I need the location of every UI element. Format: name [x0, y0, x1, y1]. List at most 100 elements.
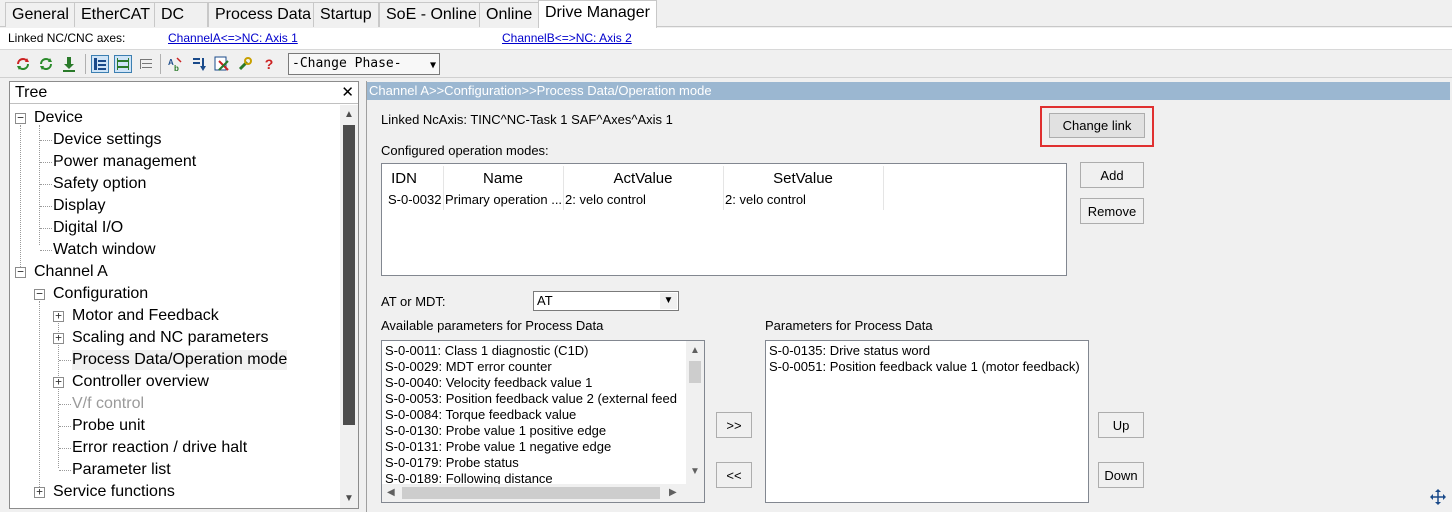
tools-icon[interactable] [236, 55, 254, 73]
list-view-icon[interactable] [114, 55, 132, 73]
list-item[interactable]: S-0-0179: Probe status [385, 455, 519, 471]
add-button[interactable]: Add [1080, 162, 1144, 188]
scroll-up-icon[interactable]: ▲ [690, 345, 700, 356]
move-right-button[interactable]: >> [716, 412, 752, 438]
channel-b-link[interactable]: ChannelB<=>NC: Axis 2 [502, 31, 632, 45]
selected-params-label: Parameters for Process Data [765, 318, 933, 333]
tab-online[interactable]: Online [479, 2, 540, 27]
move-left-button[interactable]: << [716, 462, 752, 488]
expand-icon[interactable]: + [53, 332, 64, 344]
channel-a-link[interactable]: ChannelA<=>NC: Axis 1 [168, 31, 298, 45]
collapse-icon[interactable]: − [15, 266, 26, 278]
list-item[interactable]: S-0-0084: Torque feedback value [385, 407, 576, 423]
list-item[interactable]: S-0-0135: Drive status word [769, 343, 930, 359]
tree-item-configuration[interactable]: Configuration [53, 284, 148, 304]
operation-modes-table[interactable]: IDN Name ActValue SetValue S-0-0032 Prim… [381, 163, 1067, 276]
tree-title: Tree [15, 84, 48, 101]
tree-item-controller-overview[interactable]: Controller overview [72, 372, 209, 392]
scroll-up-icon[interactable]: ▲ [344, 109, 354, 120]
scroll-down-icon[interactable]: ▼ [344, 493, 354, 504]
down-button[interactable]: Down [1098, 462, 1144, 488]
tree-item-motor-and-feedback[interactable]: Motor and Feedback [72, 306, 219, 326]
list-item[interactable]: S-0-0130: Probe value 1 positive edge [385, 423, 606, 439]
tree-item-scaling-nc[interactable]: Scaling and NC parameters [72, 328, 269, 348]
tree-item-process-data[interactable]: Process Data/Operation mode [72, 350, 288, 370]
tree-item-device[interactable]: Device [34, 108, 83, 128]
column-header-idn[interactable]: IDN [384, 170, 424, 187]
breadcrumb: Channel A>>Configuration>>Process Data/O… [367, 82, 1450, 100]
list-item[interactable]: S-0-0051: Position feedback value 1 (mot… [769, 359, 1080, 375]
rename-icon[interactable]: Ab [166, 55, 184, 73]
list-item[interactable]: S-0-0029: MDT error counter [385, 359, 552, 375]
selected-params-list[interactable]: S-0-0135: Drive status word S-0-0051: Po… [765, 340, 1089, 503]
refresh-red-icon[interactable] [14, 55, 32, 73]
available-hscroll-thumb[interactable] [402, 487, 660, 499]
available-vscrollbar[interactable]: ▲ ▼ [686, 341, 704, 484]
at-mdt-label: AT or MDT: [381, 294, 446, 309]
change-link-button[interactable]: Change link [1049, 113, 1145, 138]
column-header-name[interactable]: Name [444, 170, 562, 187]
available-hscrollbar[interactable]: ◀ ▶ [382, 484, 686, 502]
list-item[interactable]: S-0-0040: Velocity feedback value 1 [385, 375, 592, 391]
download-icon[interactable] [60, 55, 78, 73]
structure-view-icon[interactable] [137, 55, 155, 73]
scroll-right-icon[interactable]: ▶ [669, 487, 677, 498]
expand-icon[interactable]: + [34, 486, 45, 498]
tree-connector [59, 470, 71, 471]
tree-connector [59, 360, 71, 361]
tab-ethercat[interactable]: EtherCAT [74, 2, 158, 27]
available-params-list[interactable]: S-0-0011: Class 1 diagnostic (C1D) S-0-0… [381, 340, 705, 503]
tree-scrollbar[interactable]: ▲ ▼ [340, 105, 358, 508]
tree-item-power-management[interactable]: Power management [53, 152, 196, 172]
tree-connector [58, 323, 59, 468]
column-header-actvalue[interactable]: ActValue [563, 170, 723, 187]
expand-icon[interactable]: + [53, 376, 64, 388]
tree-item-service-functions[interactable]: Service functions [53, 482, 175, 502]
expand-icon[interactable]: + [53, 310, 64, 322]
export-icon[interactable] [213, 55, 231, 73]
help-icon[interactable]: ? [260, 55, 278, 73]
cell-name: Primary operation ... [445, 192, 563, 207]
scroll-down-icon[interactable]: ▼ [690, 466, 700, 477]
toolbar: Ab ? [0, 51, 1452, 78]
list-item[interactable]: S-0-0053: Position feedback value 2 (ext… [385, 391, 677, 407]
tab-process-data[interactable]: Process Data [208, 2, 319, 27]
chevron-down-icon: ▼ [429, 60, 436, 71]
linked-axes-label: Linked NC/CNC axes: [8, 31, 126, 45]
tab-general[interactable]: General [5, 2, 76, 27]
sort-icon[interactable] [190, 55, 208, 73]
tree-connector [59, 404, 71, 405]
tree-item-digital-io[interactable]: Digital I/O [53, 218, 123, 238]
tree-connector [40, 184, 52, 185]
tree-item-parameter-list[interactable]: Parameter list [72, 460, 171, 480]
tab-soe-online[interactable]: SoE - Online [379, 2, 484, 27]
toolbar-separator [85, 54, 86, 74]
at-mdt-select[interactable]: AT ▼ [533, 291, 679, 311]
close-icon[interactable]: ✕ [341, 82, 354, 104]
available-vscroll-thumb[interactable] [689, 361, 701, 383]
tab-dc[interactable]: DC [154, 2, 208, 27]
tree-item-channel-a[interactable]: Channel A [34, 262, 108, 282]
remove-button[interactable]: Remove [1080, 198, 1144, 224]
tree-item-error-reaction[interactable]: Error reaction / drive halt [72, 438, 247, 458]
change-phase-select[interactable]: -Change Phase- ▼ [288, 53, 440, 75]
up-button[interactable]: Up [1098, 412, 1144, 438]
tab-drive-manager[interactable]: Drive Manager [538, 0, 657, 28]
collapse-icon[interactable]: − [15, 112, 26, 124]
tree-scroll-thumb[interactable] [343, 125, 355, 425]
scroll-left-icon[interactable]: ◀ [387, 487, 395, 498]
chevron-down-icon[interactable]: ▼ [660, 293, 677, 309]
tab-startup[interactable]: Startup [313, 2, 379, 27]
tree-item-safety-option[interactable]: Safety option [53, 174, 146, 194]
tree-item-device-settings[interactable]: Device settings [53, 130, 162, 150]
tree-item-probe-unit[interactable]: Probe unit [72, 416, 145, 436]
tree-view-icon[interactable] [91, 55, 109, 73]
list-item[interactable]: S-0-0011: Class 1 diagnostic (C1D) [385, 343, 589, 359]
list-item[interactable]: S-0-0131: Probe value 1 negative edge [385, 439, 611, 455]
column-header-setvalue[interactable]: SetValue [723, 170, 883, 187]
collapse-icon[interactable]: − [34, 288, 45, 300]
move-icon[interactable] [1430, 489, 1446, 505]
tree-item-display[interactable]: Display [53, 196, 105, 216]
tree-item-watch-window[interactable]: Watch window [53, 240, 156, 260]
refresh-green-icon[interactable] [37, 55, 55, 73]
